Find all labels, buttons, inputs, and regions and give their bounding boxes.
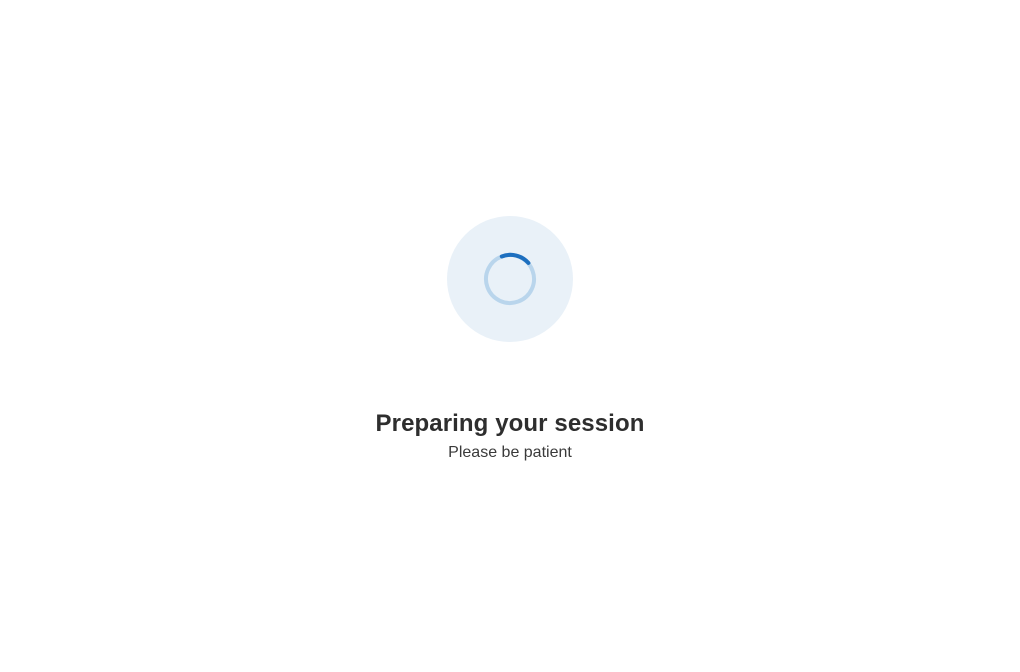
- loading-heading: Preparing your session: [376, 410, 645, 438]
- loading-subtext: Please be patient: [448, 444, 572, 462]
- loading-spinner-icon: [482, 251, 538, 307]
- spinner-container: [447, 216, 573, 342]
